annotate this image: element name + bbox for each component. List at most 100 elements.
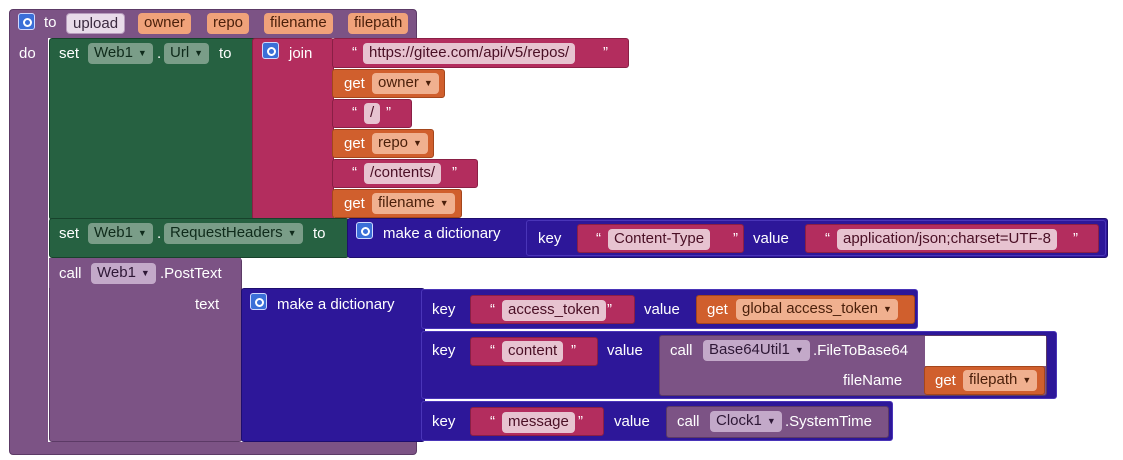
pair1-key-label: key [432, 301, 456, 318]
base64-filename-arg-label: fileName [843, 372, 903, 389]
base64-call-label: call [670, 342, 693, 359]
get-filepath-var-dropdown[interactable]: filepath ▼ [963, 370, 1038, 391]
quote-close: ” [386, 104, 391, 121]
procedure-name-field[interactable]: upload [66, 13, 126, 34]
quote-close: ” [603, 44, 608, 61]
pair3-value-label: value [614, 413, 650, 430]
get-filepath-var-name: filepath [969, 371, 1018, 388]
chevron-down-icon: ▼ [140, 268, 150, 278]
chevron-down-icon: ▼ [439, 198, 449, 208]
quote-open: “ [596, 230, 601, 247]
base64-call-notch [925, 336, 1046, 366]
quote-open: “ [825, 230, 830, 247]
chevron-down-icon: ▼ [1022, 375, 1032, 385]
quote-close: ” [607, 301, 612, 318]
param-filepath[interactable]: filepath [348, 13, 409, 34]
get-owner-var-name: owner [378, 74, 419, 91]
get-repo-var-name: repo [378, 134, 409, 151]
body-dict-label: make a dictionary [277, 296, 395, 313]
headers-dict-gear-icon[interactable] [356, 222, 373, 239]
quote-close: ” [1073, 230, 1078, 247]
quote-open: “ [352, 104, 357, 121]
headers-dict-label: make a dictionary [383, 225, 501, 242]
set-headers-component-dropdown[interactable]: Web1 ▼ [88, 223, 153, 244]
get-owner-label: get [344, 75, 365, 92]
quote-open: “ [490, 301, 495, 318]
headers-key-text-field[interactable]: Content-Type [608, 229, 711, 250]
set-headers-dot: . [157, 225, 162, 242]
quote-open: “ [490, 413, 495, 430]
headers-key-label: key [538, 230, 562, 247]
get-repo-label: get [344, 135, 365, 152]
quote-close: ” [571, 342, 576, 359]
procedure-gear-icon[interactable] [18, 13, 35, 30]
param-repo[interactable]: repo [207, 13, 250, 34]
set-url-property-name: Url [170, 44, 190, 61]
post-text-arg-label: text [195, 296, 220, 313]
param-owner[interactable]: owner [138, 13, 191, 34]
pair3-key-text-field[interactable]: message [502, 412, 575, 433]
join-gear-icon[interactable] [262, 42, 279, 59]
pair1-value-label: value [644, 301, 680, 318]
post-component-name: Web1 [97, 264, 136, 281]
set-headers-set-label: set [59, 225, 80, 242]
base64-component-dropdown[interactable]: Base64Util1 ▼ [703, 340, 810, 361]
quote-open: “ [490, 342, 495, 359]
get-owner-var-dropdown[interactable]: owner ▼ [372, 73, 439, 94]
clock-call-label: call [677, 413, 700, 430]
slash-text-field[interactable]: / [364, 103, 381, 124]
chevron-down-icon: ▼ [287, 228, 297, 238]
get-access-token-var-dropdown[interactable]: global access_token ▼ [736, 299, 898, 320]
get-repo-var-dropdown[interactable]: repo ▼ [372, 133, 428, 154]
post-component-dropdown[interactable]: Web1 ▼ [91, 263, 156, 284]
base64-component-name: Base64Util1 [709, 341, 790, 358]
pair2-value-label: value [607, 342, 643, 359]
pair1-key-text-field[interactable]: access_token [502, 300, 606, 321]
get-access-token-label: get [707, 301, 728, 318]
set-headers-property-name: RequestHeaders [170, 224, 283, 241]
pair2-key-label: key [432, 342, 456, 359]
get-filename-label: get [344, 195, 365, 212]
pair3-key-label: key [432, 413, 456, 430]
pair2-key-text-field[interactable]: content [502, 341, 564, 362]
chevron-down-icon: ▼ [794, 345, 804, 355]
get-filename-var-name: filename [378, 194, 435, 211]
clock-component-dropdown[interactable]: Clock1 ▼ [710, 411, 782, 432]
procedure-to-label: to [44, 14, 57, 31]
set-url-dot: . [157, 45, 162, 62]
clock-component-name: Clock1 [716, 412, 762, 429]
procedure-do-label: do [19, 45, 36, 62]
post-method-label: .PostText [160, 265, 222, 282]
chevron-down-icon: ▼ [882, 304, 892, 314]
set-headers-to-label: to [313, 225, 326, 242]
headers-value-text-field[interactable]: application/json;charset=UTF-8 [837, 229, 1058, 250]
join-block[interactable] [252, 38, 334, 220]
get-filepath-label: get [935, 372, 956, 389]
join-label: join [289, 45, 313, 62]
set-url-component-name: Web1 [94, 44, 133, 61]
chevron-down-icon: ▼ [194, 48, 204, 58]
set-url-to-label: to [219, 45, 232, 62]
base64-method-label: .FileToBase64 [813, 342, 909, 359]
chevron-down-icon: ▼ [413, 138, 422, 148]
contents-text-field[interactable]: /contents/ [364, 163, 442, 184]
get-filename-var-dropdown[interactable]: filename ▼ [372, 193, 455, 214]
set-headers-component-name: Web1 [94, 224, 133, 241]
clock-method-label: .SystemTime [785, 413, 872, 430]
quote-close: ” [578, 413, 583, 430]
body-dict-gear-icon[interactable] [250, 293, 267, 310]
param-filename[interactable]: filename [264, 13, 333, 34]
set-url-property-dropdown[interactable]: Url ▼ [164, 43, 210, 64]
set-headers-property-dropdown[interactable]: RequestHeaders ▼ [164, 223, 303, 244]
quote-open: “ [352, 44, 357, 61]
set-url-block[interactable] [49, 38, 258, 220]
set-url-component-dropdown[interactable]: Web1 ▼ [88, 43, 153, 64]
chevron-down-icon: ▼ [137, 228, 147, 238]
set-url-set-label: set [59, 45, 80, 62]
chevron-down-icon: ▼ [137, 48, 147, 58]
quote-close: ” [452, 164, 457, 181]
url-base-text-field[interactable]: https://gitee.com/api/v5/repos/ [363, 43, 576, 64]
chevron-down-icon: ▼ [766, 416, 776, 426]
quote-open: “ [352, 164, 357, 181]
quote-close: ” [733, 230, 738, 247]
